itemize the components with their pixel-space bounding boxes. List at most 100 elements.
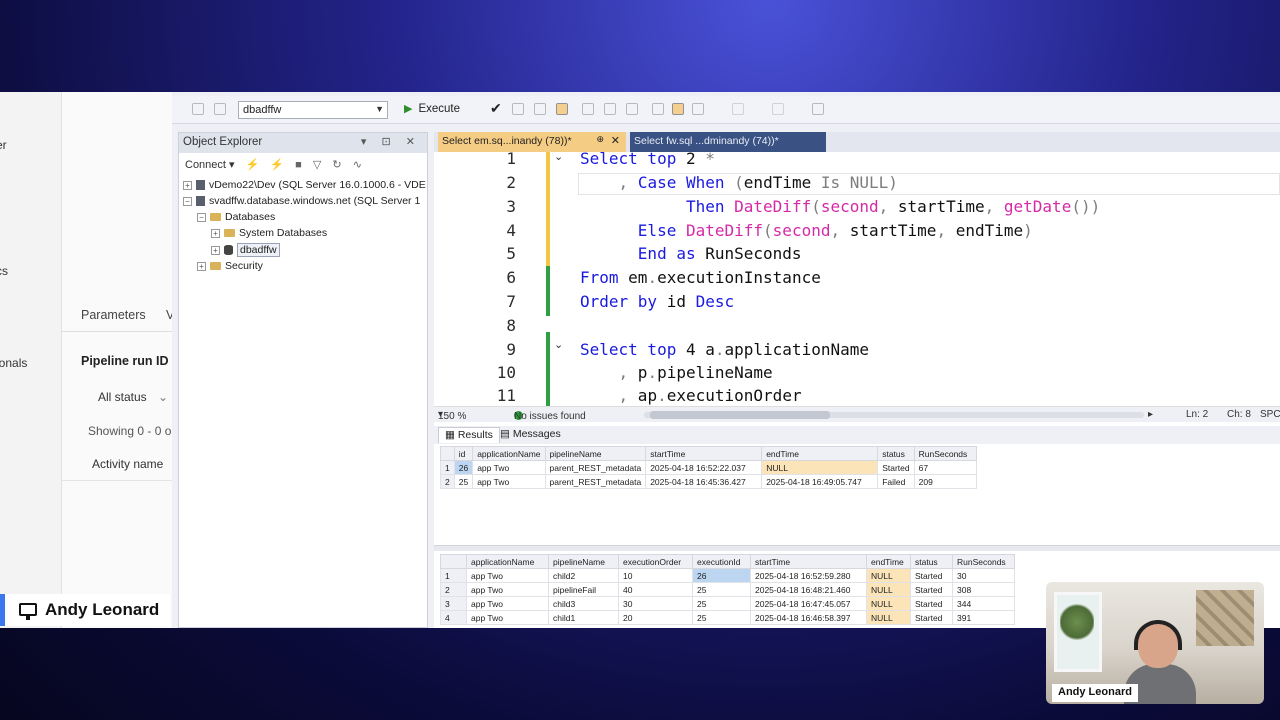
- table-row[interactable]: 4 app Two child1 20 25 2025-04-18 16:46:…: [440, 610, 1015, 625]
- table-cell[interactable]: 344: [952, 596, 1015, 611]
- tree-node-security[interactable]: + Security: [197, 258, 263, 274]
- table-cell[interactable]: 209: [913, 474, 977, 489]
- toolbar-icon[interactable]: [672, 103, 684, 115]
- table-cell[interactable]: 25: [692, 582, 751, 597]
- toolbar-icon[interactable]: [604, 103, 616, 115]
- toolbar-icon[interactable]: [772, 103, 784, 115]
- nav-item-label[interactable]: cs: [0, 264, 8, 278]
- table-cell[interactable]: 26: [692, 568, 751, 583]
- collapse-icon[interactable]: −: [197, 212, 206, 222]
- column-header[interactable]: endTime: [761, 446, 879, 461]
- table-cell[interactable]: Started: [910, 568, 953, 583]
- expand-icon[interactable]: +: [211, 228, 220, 238]
- stop-icon[interactable]: ■: [295, 159, 302, 171]
- table-cell[interactable]: app Two: [466, 610, 549, 625]
- pin-icon[interactable]: ⊕: [596, 134, 604, 145]
- table-cell[interactable]: NULL: [866, 568, 911, 583]
- table-cell[interactable]: Started: [877, 460, 915, 475]
- table-cell[interactable]: 40: [618, 582, 693, 597]
- tree-node-system-databases[interactable]: + System Databases: [211, 225, 327, 241]
- toolbar-icon[interactable]: [512, 103, 524, 115]
- status-filter[interactable]: All status ⌄: [98, 390, 168, 404]
- tab-parameters[interactable]: Parameters: [81, 308, 146, 322]
- scroll-right-icon[interactable]: ▸: [1148, 409, 1153, 420]
- table-cell[interactable]: 2025-04-18 16:46:58.397: [750, 610, 867, 625]
- connect-icon[interactable]: ⚡: [246, 159, 260, 171]
- tab-results[interactable]: ▦ Results: [438, 427, 500, 443]
- column-header[interactable]: applicationName: [466, 554, 549, 569]
- table-cell[interactable]: 10: [618, 568, 693, 583]
- table-cell[interactable]: pipelineFail: [548, 582, 619, 597]
- column-header[interactable]: executionId: [692, 554, 751, 569]
- table-cell[interactable]: child3: [548, 596, 619, 611]
- table-cell[interactable]: NULL: [866, 596, 911, 611]
- expand-icon[interactable]: +: [183, 180, 192, 190]
- column-header[interactable]: status: [877, 446, 915, 461]
- table-cell[interactable]: Failed: [877, 474, 915, 489]
- table-cell[interactable]: child1: [548, 610, 619, 625]
- refresh-icon[interactable]: ↻: [332, 159, 341, 171]
- collapse-icon[interactable]: ⌄: [554, 338, 563, 351]
- column-header[interactable]: endTime: [866, 554, 911, 569]
- collapse-icon[interactable]: −: [183, 196, 192, 206]
- results-grid-2[interactable]: applicationName pipelineName executionOr…: [440, 554, 1015, 625]
- table-row[interactable]: 1 26 app Two parent_REST_metadata 2025-0…: [440, 460, 977, 475]
- column-header[interactable]: startTime: [750, 554, 867, 569]
- table-cell[interactable]: 2025-04-18 16:47:45.057: [750, 596, 867, 611]
- toolbar-icon[interactable]: [812, 103, 824, 115]
- expand-icon[interactable]: +: [197, 261, 206, 271]
- tree-node-dbadffw[interactable]: + dbadffw: [211, 242, 280, 258]
- toolbar-icon[interactable]: [626, 103, 638, 115]
- column-header[interactable]: RunSeconds: [952, 554, 1015, 569]
- scrollbar-thumb[interactable]: [650, 411, 830, 419]
- table-row[interactable]: 2 app Two pipelineFail 40 25 2025-04-18 …: [440, 582, 1015, 597]
- disconnect-icon[interactable]: ⚡: [270, 159, 284, 171]
- table-cell[interactable]: 25: [692, 596, 751, 611]
- table-cell[interactable]: NULL: [866, 610, 911, 625]
- filter-icon[interactable]: ▽: [313, 159, 321, 171]
- activity-icon[interactable]: ∿: [353, 159, 362, 171]
- results-to-grid-icon[interactable]: [556, 103, 568, 115]
- column-header[interactable]: pipelineName: [548, 554, 619, 569]
- toolbar-icon[interactable]: [652, 103, 664, 115]
- table-row[interactable]: 2 25 app Two parent_REST_metadata 2025-0…: [440, 474, 977, 489]
- table-cell[interactable]: 391: [952, 610, 1015, 625]
- table-cell[interactable]: Started: [910, 610, 953, 625]
- table-cell[interactable]: Started: [910, 582, 953, 597]
- column-header[interactable]: applicationName: [472, 446, 546, 461]
- table-cell[interactable]: 2025-04-18 16:48:21.460: [750, 582, 867, 597]
- code-editor[interactable]: ⌄ ⌄ 1 2 3 4 5 6 7 8 9 10 11 Select top 2…: [434, 152, 1280, 406]
- tree-node-databases[interactable]: − Databases: [197, 209, 275, 225]
- table-cell[interactable]: 25: [453, 474, 474, 489]
- table-cell[interactable]: app Two: [466, 596, 549, 611]
- column-header[interactable]: executionOrder: [618, 554, 693, 569]
- table-cell[interactable]: 2025-04-18 16:49:05.747: [761, 474, 879, 489]
- table-cell[interactable]: 67: [913, 460, 977, 475]
- tab-query-em[interactable]: Select em.sq...inandy (78))* ⊕ ✕: [438, 132, 626, 152]
- table-cell[interactable]: NULL: [866, 582, 911, 597]
- table-cell[interactable]: 25: [692, 610, 751, 625]
- collapse-icon[interactable]: ⌄: [554, 152, 563, 163]
- table-row[interactable]: 1 app Two child2 10 26 2025-04-18 16:52:…: [440, 568, 1015, 583]
- table-cell[interactable]: 30: [952, 568, 1015, 583]
- tab-messages[interactable]: ▤ Messages: [494, 427, 567, 443]
- column-header[interactable]: id: [453, 446, 474, 461]
- results-grid-1[interactable]: id applicationName pipelineName startTim…: [440, 446, 977, 489]
- column-header[interactable]: RunSeconds: [913, 446, 977, 461]
- toolbar-icon[interactable]: [192, 103, 204, 115]
- table-cell[interactable]: 2025-04-18 16:52:59.280: [750, 568, 867, 583]
- table-cell[interactable]: 30: [618, 596, 693, 611]
- table-cell[interactable]: 20: [618, 610, 693, 625]
- column-header[interactable]: startTime: [645, 446, 763, 461]
- nav-item-label[interactable]: er: [0, 138, 7, 152]
- table-cell[interactable]: app Two: [466, 582, 549, 597]
- nav-item-label[interactable]: ionals: [0, 356, 27, 370]
- tree-node-server-local[interactable]: + vDemo22\Dev (SQL Server 16.0.1000.6 - V…: [183, 177, 426, 193]
- tree-node-server-azure[interactable]: − svadffw.database.windows.net (SQL Serve…: [183, 193, 420, 209]
- execute-button[interactable]: ▶ Execute: [404, 102, 460, 115]
- tab-query-fw[interactable]: Select fw.sql ...dminandy (74))*: [630, 132, 826, 152]
- table-cell[interactable]: 308: [952, 582, 1015, 597]
- toolbar-icon[interactable]: [534, 103, 546, 115]
- table-cell[interactable]: 26: [453, 460, 474, 475]
- parse-check-icon[interactable]: ✔: [490, 100, 502, 117]
